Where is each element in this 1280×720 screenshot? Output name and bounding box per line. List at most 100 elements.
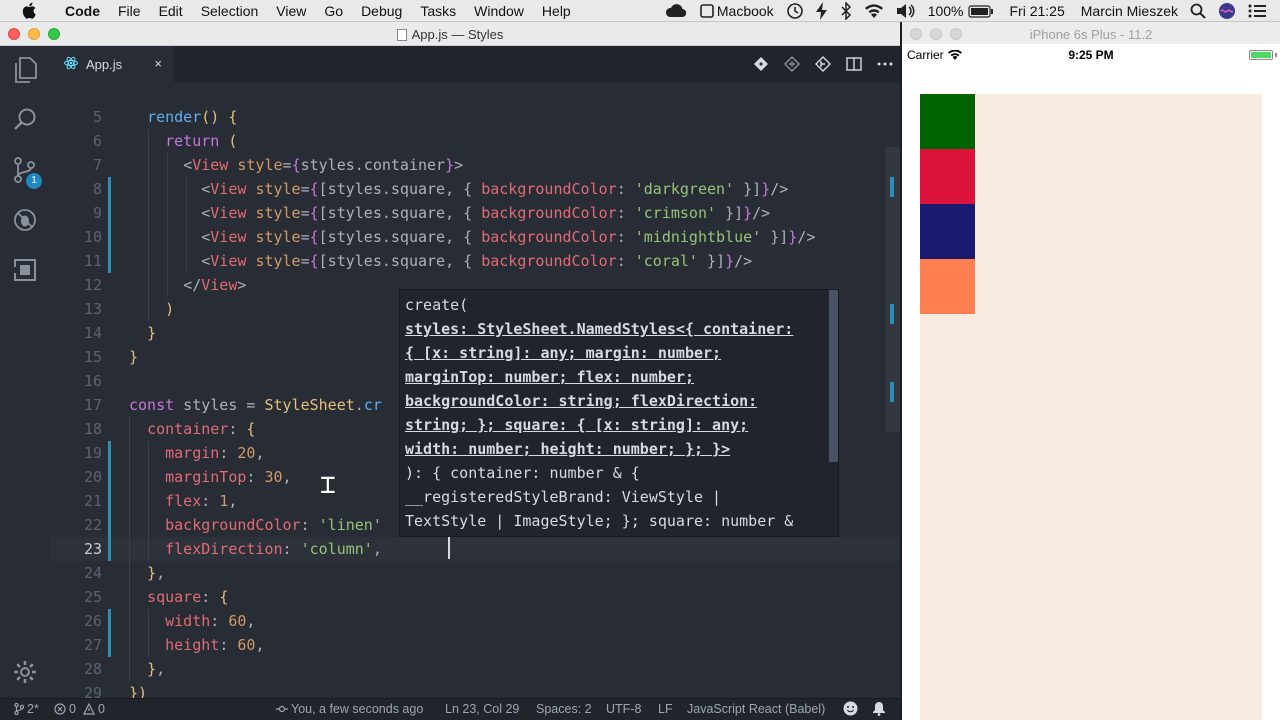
- code-token: backgroundColor: [481, 228, 617, 246]
- code-line[interactable]: 11 <View style={[styles.square, { backgr…: [50, 249, 900, 273]
- git-modified-marker[interactable]: [108, 201, 111, 225]
- code-line[interactable]: 6 return (: [50, 129, 900, 153]
- settings-gear-icon[interactable]: [0, 652, 50, 692]
- open-changes-icon[interactable]: [776, 46, 807, 82]
- code-line[interactable]: 25 square: {: [50, 585, 900, 609]
- code-text: square: {: [129, 585, 228, 609]
- code-token: :: [210, 612, 229, 630]
- activity-bar: 1: [0, 46, 50, 698]
- code-text: }): [129, 681, 147, 698]
- tab-app-js[interactable]: App.js ×: [50, 46, 174, 82]
- cloud-icon[interactable]: [658, 0, 694, 22]
- code-line[interactable]: 23 flexDirection: 'column',: [50, 537, 900, 561]
- code-line[interactable]: 7 <View style={styles.container}>: [50, 153, 900, 177]
- menu-view[interactable]: View: [267, 0, 315, 22]
- hover-scrollbar[interactable]: [829, 290, 838, 462]
- explorer-icon[interactable]: [0, 50, 50, 90]
- git-branch-item[interactable]: 2*: [14, 702, 39, 716]
- indent-guide: [167, 153, 168, 297]
- code-token: backgroundColor: [165, 516, 301, 534]
- git-modified-marker[interactable]: [108, 177, 111, 201]
- square-coral: [920, 259, 975, 314]
- git-modified-marker[interactable]: [108, 225, 111, 249]
- code-token: View: [201, 276, 238, 294]
- code-line[interactable]: 9 <View style={[styles.square, { backgro…: [50, 201, 900, 225]
- app-menu-code[interactable]: Code: [56, 0, 109, 22]
- problems-item[interactable]: 0 0: [54, 702, 105, 716]
- menu-file[interactable]: File: [109, 0, 150, 22]
- code-line[interactable]: 27 height: 60,: [50, 633, 900, 657]
- menu-window[interactable]: Window: [465, 0, 533, 22]
- line-number: 17: [83, 396, 102, 414]
- menu-go[interactable]: Go: [315, 0, 352, 22]
- line-ending[interactable]: LF: [658, 702, 673, 716]
- git-modified-marker[interactable]: [108, 537, 111, 561]
- siri-icon[interactable]: [1212, 0, 1242, 22]
- vscode-window: App.js — Styles 1 App.js × 5 render() {…: [0, 22, 900, 720]
- menu-debug[interactable]: Debug: [352, 0, 411, 22]
- notifications-bell-icon[interactable]: [872, 701, 886, 716]
- split-editor-icon[interactable]: [838, 46, 869, 82]
- git-modified-marker[interactable]: [108, 609, 111, 633]
- code-line[interactable]: 26 width: 60,: [50, 609, 900, 633]
- menu-tasks[interactable]: Tasks: [411, 0, 465, 22]
- code-token: marginTop: [165, 468, 247, 486]
- git-history-icon[interactable]: [807, 46, 838, 82]
- hover-signature-line: styles: StyleSheet.NamedStyles<{ contain…: [405, 320, 794, 338]
- clock[interactable]: Fri 21:25: [1000, 0, 1071, 22]
- menu-edit[interactable]: Edit: [150, 0, 192, 22]
- code-line[interactable]: 5 render() {: [50, 105, 900, 129]
- extensions-icon[interactable]: [0, 250, 50, 290]
- git-modified-marker[interactable]: [108, 513, 111, 537]
- debug-icon[interactable]: [0, 200, 50, 240]
- hover-signature-line: { [x: string]: any; margin: number;: [405, 344, 722, 362]
- battery-status[interactable]: 100%: [922, 0, 1000, 22]
- code-text: }: [129, 345, 138, 369]
- code-token: :: [201, 492, 220, 510]
- code-line[interactable]: 10 <View style={[styles.square, { backgr…: [50, 225, 900, 249]
- bluetooth-icon[interactable]: [834, 0, 858, 22]
- notification-center-icon[interactable]: [1242, 0, 1280, 22]
- search-icon[interactable]: [0, 100, 50, 140]
- git-compare-icon[interactable]: [745, 46, 776, 82]
- menu-help[interactable]: Help: [533, 0, 580, 22]
- menu-selection[interactable]: Selection: [192, 0, 268, 22]
- phone-screen[interactable]: Carrier 9:25 PM: [902, 44, 1280, 720]
- git-modified-marker[interactable]: [108, 489, 111, 513]
- spotlight-icon[interactable]: [1184, 0, 1212, 22]
- tab-close-icon[interactable]: ×: [154, 56, 162, 71]
- hover-signature-line: marginTop: number; flex: number;: [405, 368, 694, 386]
- git-blame-item[interactable]: You, a few seconds ago: [276, 702, 423, 716]
- bolt-icon[interactable]: [810, 0, 834, 22]
- volume-icon[interactable]: [890, 0, 922, 22]
- apple-menu-icon[interactable]: [18, 0, 40, 22]
- code-line[interactable]: 28 },: [50, 657, 900, 681]
- code-line[interactable]: 8 <View style={[styles.square, { backgro…: [50, 177, 900, 201]
- code-editor[interactable]: 5 render() {6 return (7 <View style={sty…: [50, 82, 900, 698]
- code-text: flex: 1,: [129, 489, 237, 513]
- code-token: 'column': [300, 540, 373, 558]
- source-control-icon[interactable]: 1: [0, 150, 50, 190]
- code-text: <View style={[styles.square, { backgroun…: [129, 201, 770, 225]
- code-token: }: [743, 204, 753, 222]
- git-modified-marker[interactable]: [108, 633, 111, 657]
- feedback-smiley-icon[interactable]: [843, 701, 858, 716]
- git-modified-marker[interactable]: [108, 441, 111, 465]
- code-token: :: [246, 468, 265, 486]
- macbook-menu[interactable]: Macbook: [694, 0, 780, 22]
- code-line[interactable]: 24 },: [50, 561, 900, 585]
- time-machine-icon[interactable]: [780, 0, 810, 22]
- language-mode[interactable]: JavaScript React (Babel): [687, 702, 825, 716]
- code-token: :: [219, 444, 238, 462]
- wifi-icon[interactable]: [858, 0, 890, 22]
- git-modified-marker[interactable]: [108, 249, 111, 273]
- more-actions-icon[interactable]: [869, 46, 900, 82]
- code-line[interactable]: 29}): [50, 681, 900, 698]
- git-modified-marker[interactable]: [108, 465, 111, 489]
- user-name[interactable]: Marcin Mieszek: [1071, 0, 1184, 22]
- indentation[interactable]: Spaces: 2: [536, 702, 592, 716]
- cursor-position[interactable]: Ln 23, Col 29: [445, 702, 519, 716]
- code-token: :: [616, 228, 635, 246]
- encoding[interactable]: UTF-8: [606, 702, 641, 716]
